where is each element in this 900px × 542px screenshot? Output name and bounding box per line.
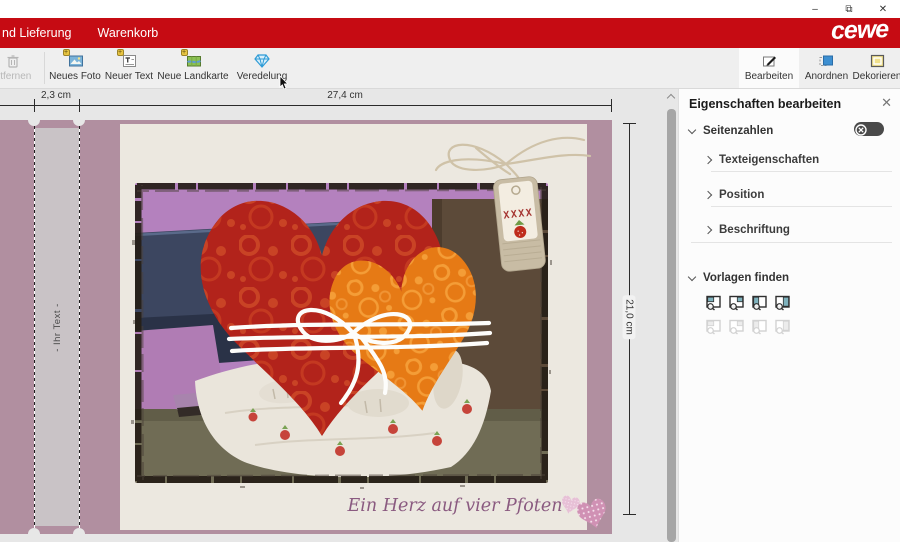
spine-width-label: 2,3 cm — [38, 90, 74, 101]
fold-notch — [73, 114, 85, 126]
fold-notch — [73, 528, 85, 540]
ruler-tick — [623, 123, 636, 124]
panel-title: Eigenschaften bearbeiten — [689, 97, 841, 111]
cover-title-text[interactable]: Ein Herz auf vier Pfoten — [347, 496, 563, 516]
template-photo-top-left-icon[interactable] — [705, 294, 723, 311]
item-texteigenschaften[interactable]: Texteigenschaften — [705, 151, 900, 169]
canvas-scrollbar[interactable] — [667, 109, 676, 542]
edit-tab-button[interactable]: Bearbeiten — [739, 48, 799, 88]
beschriftung-label: Beschriftung — [719, 224, 790, 236]
new-map-icon: + — [185, 52, 202, 69]
properties-panel: Eigenschaften bearbeiten ✕ Seitenzahlen … — [678, 89, 900, 542]
toggle-off-icon — [855, 123, 867, 135]
item-position[interactable]: Position — [705, 186, 900, 204]
chevron-down-icon — [688, 125, 696, 133]
spine-fold-line — [79, 120, 80, 534]
new-photo-label: Neues Foto — [49, 71, 101, 82]
cover-photo[interactable] — [135, 183, 548, 483]
divider — [691, 242, 892, 243]
plus-badge-icon: + — [181, 49, 188, 56]
divider — [711, 171, 892, 172]
trash-icon — [5, 52, 21, 69]
fold-notch — [28, 114, 40, 126]
new-map-button[interactable]: + Neue Landkarte — [155, 48, 231, 88]
cover-width-label: 27,4 cm — [324, 90, 366, 101]
template-disabled-icon — [728, 318, 746, 335]
ruler-tick — [34, 99, 35, 112]
arrange-tab-button[interactable]: Anordnen — [799, 48, 854, 88]
decorate-tab-button[interactable]: Dekorieren — [854, 48, 900, 88]
plus-badge-icon: + — [63, 49, 70, 56]
seitenzahlen-toggle[interactable] — [854, 122, 884, 136]
menu-bar: nd Lieferung Warenkorb cewe — [0, 18, 900, 48]
minimize-icon[interactable]: – — [798, 0, 832, 18]
remove-button: ntfernen — [0, 48, 42, 88]
menu-item-lieferung[interactable]: nd Lieferung — [2, 26, 72, 40]
scroll-up-icon[interactable] — [667, 93, 675, 101]
new-text-icon: + — [121, 52, 138, 69]
vorlagen-finden-label: Vorlagen finden — [703, 272, 789, 284]
position-label: Position — [719, 189, 764, 201]
spine-text-box[interactable]: - Ihr Text - — [35, 128, 79, 526]
template-buttons-row-disabled — [705, 318, 792, 335]
chevron-down-icon — [688, 272, 696, 280]
gem-icon — [253, 52, 271, 69]
seitenzahlen-label: Seitenzahlen — [703, 125, 773, 137]
editor-canvas[interactable]: 2,3 cm 27,4 cm 21,0 cm - Ihr Text - — [0, 89, 678, 542]
new-map-label: Neue Landkarte — [157, 71, 228, 82]
new-text-button[interactable]: + Neuer Text — [103, 48, 155, 88]
template-disabled-icon — [705, 318, 723, 335]
plus-badge-icon: + — [117, 49, 124, 56]
new-photo-button[interactable]: + Neues Foto — [47, 48, 103, 88]
section-vorlagen-finden[interactable]: Vorlagen finden — [679, 269, 900, 287]
title-bar: – ⧉ ✕ — [0, 0, 900, 18]
fold-notch — [28, 528, 40, 540]
cewe-logo: cewe — [830, 15, 888, 46]
template-photo-top-right-icon[interactable] — [728, 294, 746, 311]
arrange-tab-label: Anordnen — [805, 71, 848, 82]
mouse-cursor-icon — [279, 76, 290, 90]
ruler-tick — [623, 514, 636, 515]
chevron-right-icon — [704, 156, 712, 164]
item-beschriftung[interactable]: Beschriftung — [705, 221, 900, 239]
arrange-layers-icon — [818, 52, 835, 69]
edit-pen-icon — [761, 52, 778, 69]
toolbar: ntfernen + Neues Foto — [0, 48, 900, 89]
template-disabled-icon — [751, 318, 769, 335]
template-photo-left-icon[interactable] — [751, 294, 769, 311]
template-buttons-row — [705, 294, 792, 311]
horizontal-ruler — [0, 105, 612, 106]
cewe-editor-window: – ⧉ ✕ nd Lieferung Warenkorb cewe — [0, 0, 900, 542]
divider — [711, 206, 892, 207]
new-photo-icon: + — [67, 52, 84, 69]
decorate-tab-label: Dekorieren — [853, 71, 900, 82]
photobook-cover-page[interactable]: - Ihr Text - — [0, 120, 612, 534]
cover-height-label: 21,0 cm — [623, 295, 636, 339]
edit-tab-label: Bearbeiten — [745, 71, 793, 82]
toolbar-separator — [44, 52, 45, 84]
tag-hole — [511, 186, 520, 195]
spine-placeholder-text: - Ihr Text - — [52, 303, 63, 352]
decorate-frame-icon — [869, 52, 886, 69]
ruler-tick — [79, 99, 80, 112]
texteigenschaften-label: Texteigenschaften — [719, 154, 819, 166]
menu-item-warenkorb[interactable]: Warenkorb — [98, 26, 159, 40]
template-disabled-icon — [774, 318, 792, 335]
front-cover-artwork[interactable]: XXXX Ein Herz auf vier Pfoten — [120, 120, 612, 534]
ruler-tick — [611, 99, 612, 112]
chevron-right-icon — [704, 226, 712, 234]
new-text-label: Neuer Text — [105, 71, 153, 82]
remove-label: ntfernen — [0, 71, 31, 82]
template-photo-right-icon[interactable] — [774, 294, 792, 311]
gift-tag[interactable]: XXXX — [493, 176, 546, 272]
chevron-right-icon — [704, 191, 712, 199]
panel-close-icon[interactable]: ✕ — [881, 95, 892, 111]
